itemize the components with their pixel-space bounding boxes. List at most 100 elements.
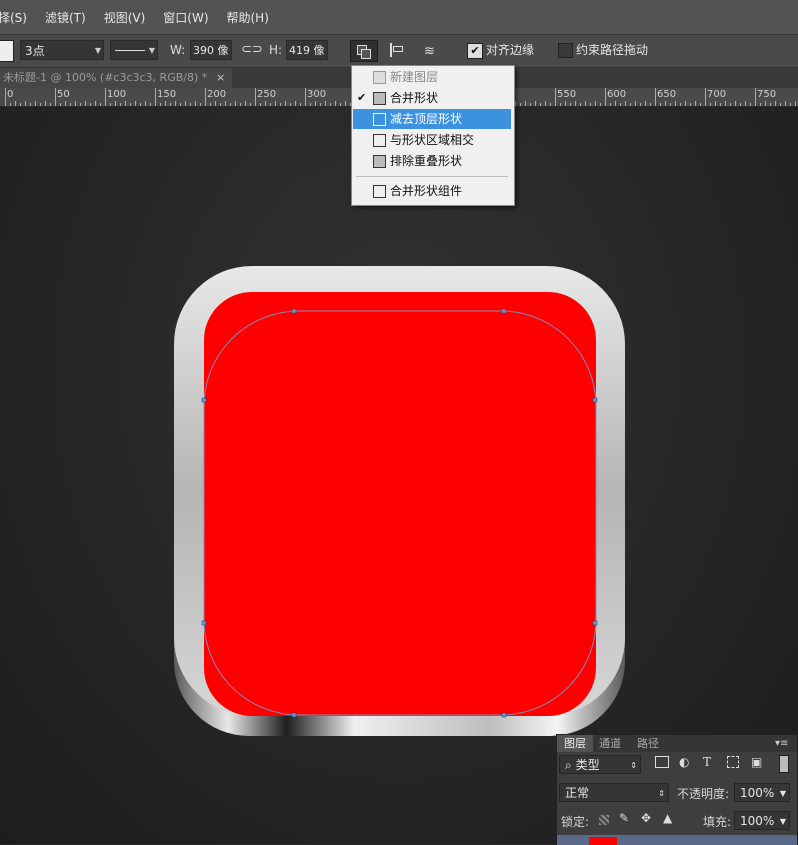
stroke-swatch[interactable] bbox=[0, 40, 14, 62]
menu-select[interactable]: 择(S) bbox=[0, 9, 27, 26]
align-left-icon bbox=[390, 43, 392, 57]
ruler-tick bbox=[625, 101, 626, 106]
menu-bar: 择(S) 滤镜(T) 视图(V) 窗口(W) 帮助(H) bbox=[0, 0, 798, 35]
ruler-tick bbox=[580, 103, 581, 106]
ruler-tick bbox=[590, 103, 591, 106]
ruler-tick bbox=[735, 101, 736, 106]
ruler-label: 750 bbox=[757, 89, 777, 100]
menu-item-exclude-overlap[interactable]: 排除重叠形状 bbox=[353, 151, 511, 171]
tab-paths[interactable]: 路径 bbox=[637, 735, 659, 752]
ruler-tick bbox=[705, 88, 706, 106]
ruler-tick bbox=[565, 101, 566, 106]
filter-adjustment-icon[interactable]: ◐ bbox=[679, 755, 689, 769]
align-bar-icon bbox=[393, 46, 403, 52]
height-field[interactable]: 419 像 bbox=[286, 40, 328, 60]
ruler-tick bbox=[680, 103, 681, 106]
exclude-overlap-icon bbox=[373, 155, 386, 168]
opacity-field[interactable]: 100% ▼ bbox=[734, 783, 790, 802]
ruler-tick bbox=[85, 101, 86, 106]
ruler-tick bbox=[115, 101, 116, 106]
stroke-size-select[interactable]: 3点 ▼ bbox=[20, 40, 104, 60]
select-arrows-icon: ⇕ bbox=[658, 789, 665, 798]
ruler-tick bbox=[250, 103, 251, 106]
lock-move-icon[interactable]: ✥ bbox=[641, 811, 651, 825]
ruler-tick bbox=[165, 101, 166, 106]
filter-smart-object-icon[interactable]: ▣ bbox=[751, 755, 762, 769]
ruler-tick bbox=[325, 101, 326, 106]
ruler-tick bbox=[330, 103, 331, 106]
menu-window[interactable]: 窗口(W) bbox=[163, 9, 208, 26]
ruler-tick bbox=[515, 101, 516, 106]
path-arrangement-button[interactable]: ≋ bbox=[418, 40, 442, 60]
ruler-tick bbox=[685, 101, 686, 106]
ruler-label: 600 bbox=[607, 89, 627, 100]
ruler-tick bbox=[600, 103, 601, 106]
tab-channels[interactable]: 通道 bbox=[599, 735, 621, 752]
ruler-tick bbox=[635, 101, 636, 106]
ruler-tick bbox=[130, 103, 131, 106]
document-tab[interactable]: 未标题-1 @ 100% (#c3c3c3, RGB/8) * × bbox=[0, 68, 232, 88]
menu-item-combine-shapes[interactable]: ✔ 合并形状 bbox=[353, 88, 511, 108]
ruler-tick bbox=[335, 101, 336, 106]
combine-shapes-icon-back bbox=[361, 49, 371, 59]
ruler-tick bbox=[225, 101, 226, 106]
menu-item-label: 新建图层 bbox=[390, 70, 439, 84]
menu-item-label: 合并形状 bbox=[390, 91, 439, 105]
ruler-tick bbox=[520, 103, 521, 106]
path-alignment-button[interactable] bbox=[386, 40, 408, 60]
menu-help[interactable]: 帮助(H) bbox=[227, 9, 269, 26]
ruler-tick bbox=[215, 101, 216, 106]
ruler-tick bbox=[45, 101, 46, 106]
ruler-tick bbox=[550, 103, 551, 106]
ruler-tick bbox=[55, 88, 56, 106]
ruler-tick bbox=[780, 103, 781, 106]
path-operations-menu: 新建图层 ✔ 合并形状 减去顶层形状 与形状区域相交 排除重叠形状 合并形状组件 bbox=[351, 65, 515, 206]
menu-filter[interactable]: 滤镜(T) bbox=[45, 9, 86, 26]
ruler-tick bbox=[775, 101, 776, 106]
lock-brush-icon[interactable]: ✎ bbox=[619, 811, 629, 825]
path-operations-button[interactable] bbox=[350, 40, 378, 62]
align-edges-checkbox[interactable]: ✔ bbox=[467, 43, 483, 59]
height-label: H: bbox=[269, 43, 283, 57]
menu-view[interactable]: 视图(V) bbox=[104, 9, 146, 26]
close-icon[interactable]: × bbox=[216, 68, 225, 88]
opacity-label: 不透明度: bbox=[677, 787, 730, 801]
layer-filter-select[interactable]: ⌕ 类型 ⇕ bbox=[559, 755, 641, 774]
intersect-shapes-icon bbox=[373, 134, 386, 147]
ruler-tick bbox=[170, 103, 171, 106]
link-icon[interactable]: ⊂⊃ bbox=[241, 40, 263, 60]
panel-menu-icon[interactable]: ▾≡ bbox=[775, 735, 788, 752]
menu-separator bbox=[356, 176, 508, 177]
menu-item-intersect-shapes[interactable]: 与形状区域相交 bbox=[353, 130, 511, 150]
menu-item-subtract-front-shape[interactable]: 减去顶层形状 bbox=[353, 109, 511, 129]
filter-toggle-switch[interactable] bbox=[779, 755, 789, 773]
lock-transparent-icon[interactable] bbox=[599, 815, 609, 825]
fill-field[interactable]: 100% ▼ bbox=[734, 811, 790, 830]
ruler-tick bbox=[35, 101, 36, 106]
lock-all-icon[interactable]: ▲ bbox=[663, 811, 672, 825]
ruler-tick bbox=[595, 101, 596, 106]
ruler-tick bbox=[75, 101, 76, 106]
ruler-tick bbox=[205, 88, 206, 106]
stroke-type-select[interactable]: ▼ bbox=[110, 40, 158, 60]
ruler-tick bbox=[585, 101, 586, 106]
tab-layers[interactable]: 图层 bbox=[557, 735, 593, 752]
ruler-tick bbox=[150, 103, 151, 106]
height-value: 419 像 bbox=[289, 44, 325, 57]
fill-value: 100% bbox=[740, 814, 775, 828]
width-field[interactable]: 390 像 bbox=[190, 40, 232, 60]
filter-image-icon[interactable] bbox=[655, 756, 669, 768]
opacity-value: 100% bbox=[740, 786, 775, 800]
ruler-tick bbox=[695, 101, 696, 106]
filter-type-icon[interactable]: T bbox=[703, 755, 711, 769]
menu-item-new-layer[interactable]: 新建图层 bbox=[353, 67, 511, 87]
ruler-tick bbox=[30, 103, 31, 106]
menu-item-merge-components[interactable]: 合并形状组件 bbox=[353, 181, 511, 201]
ruler-tick bbox=[70, 103, 71, 106]
filter-shape-icon[interactable] bbox=[727, 756, 739, 768]
ruler-tick bbox=[305, 88, 306, 106]
ruler-tick bbox=[140, 103, 141, 106]
blend-mode-select[interactable]: 正常 ⇕ bbox=[559, 783, 669, 802]
menu-item-label: 与形状区域相交 bbox=[390, 133, 475, 147]
constrain-path-checkbox[interactable] bbox=[558, 43, 573, 58]
